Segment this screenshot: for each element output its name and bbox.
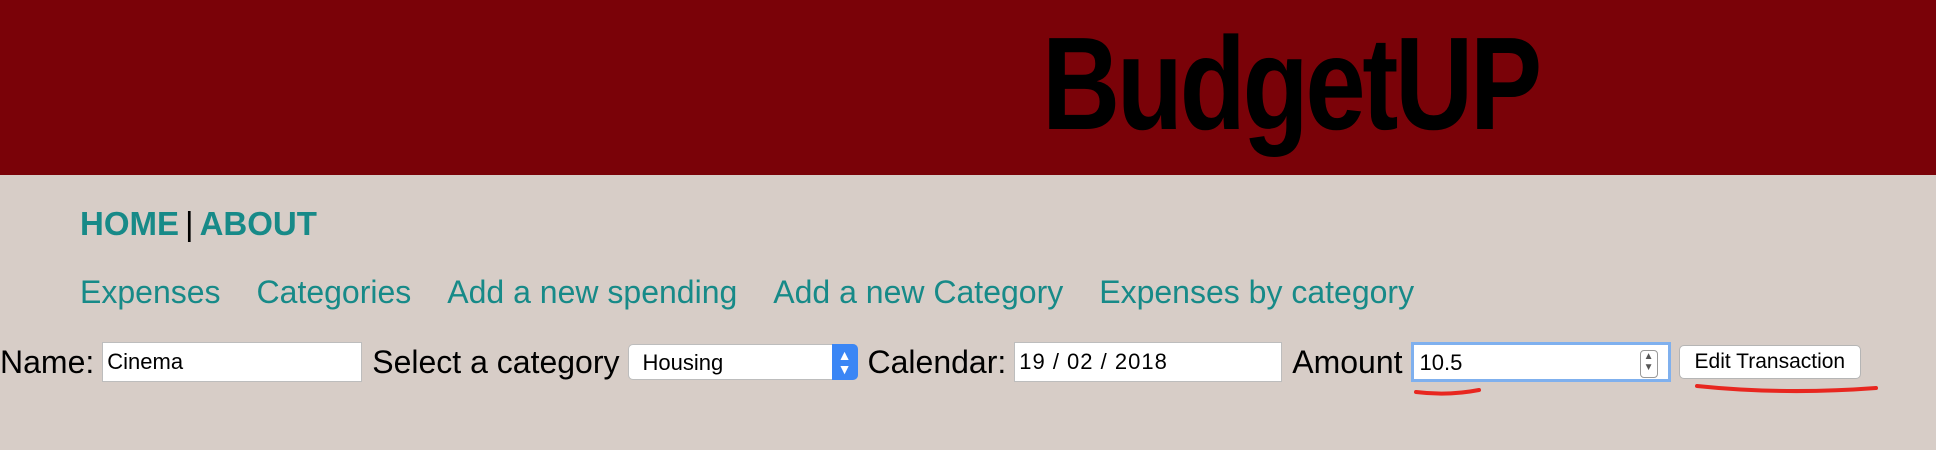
brand-logo: BudgetUP [1042, 10, 1542, 157]
calendar-input[interactable]: 19 / 02 / 2018 [1014, 342, 1283, 382]
category-select[interactable]: Housing ▲ ▼ [627, 344, 858, 380]
amount-label: Amount [1292, 343, 1403, 380]
subnav-categories-link[interactable]: Categories [257, 274, 412, 310]
header-banner: BudgetUP [0, 0, 1936, 175]
nav-home-link[interactable]: HOME [80, 205, 179, 242]
subnav-expenses-by-category-link[interactable]: Expenses by category [1099, 274, 1414, 310]
stepper-arrows-icon[interactable]: ▲ ▼ [1639, 350, 1658, 378]
top-nav: HOME | ABOUT [80, 204, 317, 244]
select-arrows-icon: ▲ ▼ [831, 344, 858, 380]
edit-transaction-button[interactable]: Edit Transaction [1678, 345, 1862, 379]
subnav-expenses-link[interactable]: Expenses [80, 274, 221, 310]
name-input[interactable]: Cinema [102, 342, 363, 382]
subnav-add-spending-link[interactable]: Add a new spending [447, 274, 737, 310]
nav-separator: | [185, 205, 194, 242]
amount-value: 10.5 [1419, 350, 1463, 375]
calendar-label: Calendar: [867, 343, 1007, 380]
category-selected-value: Housing [642, 350, 724, 375]
sub-nav: Expenses Categories Add a new spending Add … [80, 272, 1450, 312]
name-label: Name: [0, 343, 95, 380]
amount-input[interactable]: 10.5 ▲ ▼ [1410, 342, 1671, 382]
category-label: Select a category [372, 343, 620, 380]
button-underline-annotation [1695, 384, 1878, 394]
amount-underline-annotation [1414, 388, 1481, 396]
transaction-form: Name: Cinema Select a category Housing ▲… [0, 340, 1862, 384]
subnav-add-category-link[interactable]: Add a new Category [773, 274, 1063, 310]
nav-about-link[interactable]: ABOUT [200, 205, 317, 242]
